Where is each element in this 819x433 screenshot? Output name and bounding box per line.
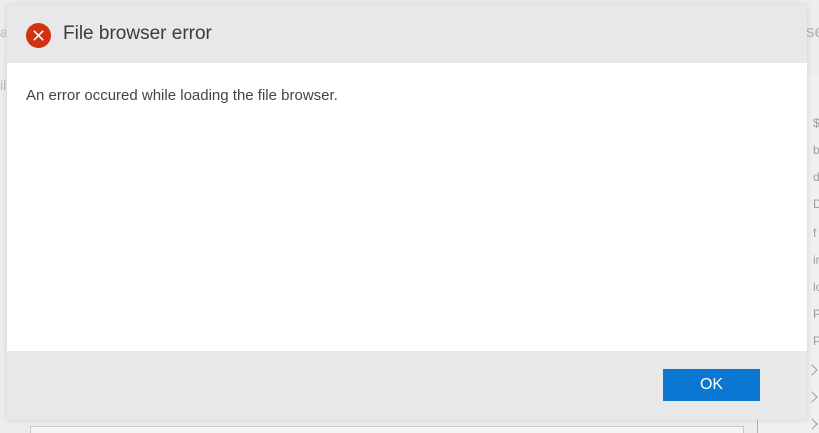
dialog-footer: OK <box>7 351 807 420</box>
error-dialog: File browser error An error occured whil… <box>7 5 807 420</box>
background-bottom-bar <box>30 426 744 433</box>
background-right-item: lo <box>813 280 819 294</box>
background-right-item: in <box>813 253 819 267</box>
background-right-item: P <box>813 334 819 348</box>
dialog-body: An error occured while loading the file … <box>7 63 807 351</box>
ok-button[interactable]: OK <box>663 369 760 401</box>
background-left-fragment: a <box>0 24 6 40</box>
error-message: An error occured while loading the file … <box>26 87 338 104</box>
background-top-right-fragment: se <box>806 22 819 41</box>
background-right-item: d <box>813 170 819 184</box>
error-icon <box>26 23 51 48</box>
background-right-item: $ <box>813 116 819 130</box>
background-left-fragment: il <box>0 77 6 93</box>
background-right-item: P <box>813 307 819 321</box>
dialog-header: File browser error <box>7 5 807 63</box>
background-right-item: b <box>813 143 819 157</box>
background-right-item: D <box>813 197 819 211</box>
dialog-title: File browser error <box>63 23 212 44</box>
background-right-item: f <box>813 226 817 240</box>
